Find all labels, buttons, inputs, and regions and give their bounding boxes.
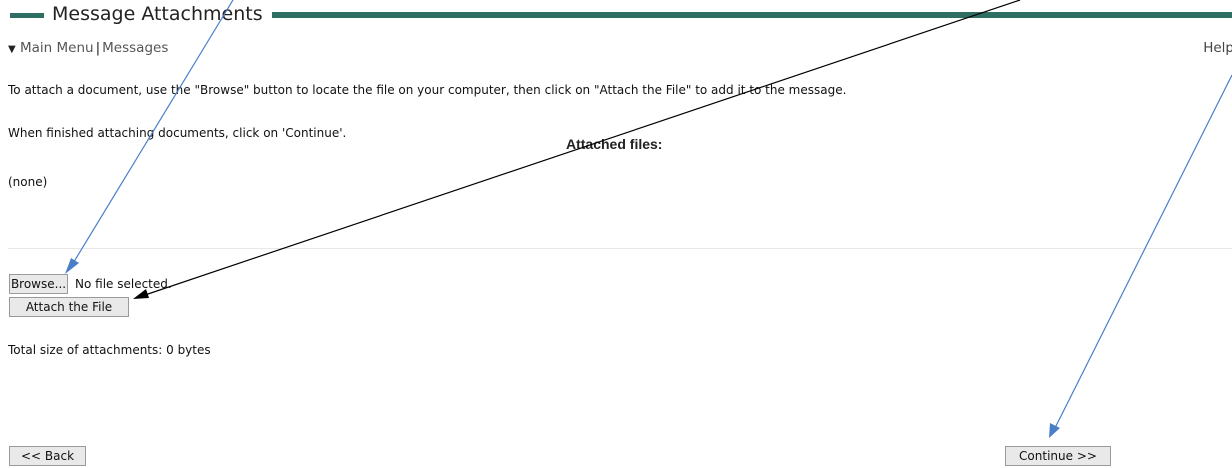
messages-link[interactable]: Messages xyxy=(102,40,168,56)
title-rule-right xyxy=(272,12,1232,18)
browse-button[interactable]: Browse... xyxy=(9,274,68,294)
attached-files-heading: Attached files: xyxy=(566,136,663,152)
arrow-head-browse xyxy=(65,258,79,274)
file-status: No file selected. xyxy=(75,277,172,291)
divider xyxy=(8,248,1232,249)
attached-files-list: (none) xyxy=(8,175,48,189)
title-bar: Message Attachments xyxy=(0,0,1232,32)
total-size-text: Total size of attachments: 0 bytes xyxy=(8,343,211,357)
arrow-head-continue xyxy=(1049,423,1060,438)
annotation-arrow-continue xyxy=(1054,74,1232,429)
nav-separator: | xyxy=(95,40,101,56)
breadcrumb: ▼ Main Menu | Messages xyxy=(8,40,168,56)
title-rule-left xyxy=(10,13,44,18)
continue-button[interactable]: Continue >> xyxy=(1005,446,1111,466)
help-link[interactable]: Help xyxy=(1203,40,1232,56)
instructions-line-2: When finished attaching documents, click… xyxy=(8,126,347,140)
collapse-triangle-icon[interactable]: ▼ xyxy=(8,44,16,55)
main-menu-link[interactable]: Main Menu xyxy=(20,40,94,56)
annotation-arrows xyxy=(65,0,1232,438)
page-title: Message Attachments xyxy=(52,3,269,25)
back-button[interactable]: << Back xyxy=(9,446,86,466)
attach-file-button[interactable]: Attach the File xyxy=(9,297,129,317)
instructions-line-1: To attach a document, use the "Browse" b… xyxy=(8,83,847,97)
